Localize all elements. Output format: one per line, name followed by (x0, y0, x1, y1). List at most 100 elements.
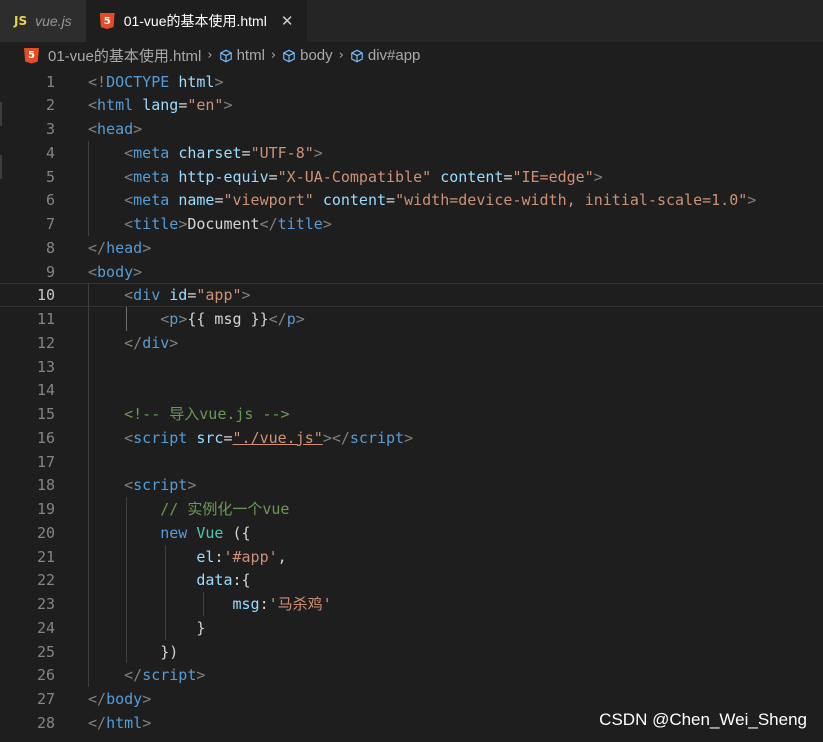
code-token: = (268, 167, 278, 186)
code-token: > (404, 428, 414, 447)
code-line[interactable]: 12 </div> (0, 331, 823, 355)
code-token: < (88, 262, 98, 281)
code-token: body (106, 690, 143, 708)
code-line[interactable]: 26 </script> (0, 663, 823, 687)
code-line[interactable]: 13 (0, 355, 823, 379)
code-text: <head> (88, 117, 142, 141)
code-token: </ (259, 215, 278, 233)
code-token: lang (142, 96, 179, 115)
code-editor[interactable]: 1 <!DOCTYPE html> 2 <html lang="en"> 3 <head>… (0, 69, 823, 742)
line-number: 27 (36, 690, 55, 708)
code-line[interactable]: 2 <html lang="en"> (0, 93, 823, 117)
line-number: 10 (36, 286, 55, 305)
code-line[interactable]: 8 </head> (0, 236, 823, 260)
breadcrumb-label: div#app (367, 47, 421, 64)
code-text: </html> (88, 711, 151, 735)
code-line[interactable]: 21 el:'#app', (0, 545, 823, 569)
tab-label: 01-vue的基本使用.html (123, 13, 267, 29)
code-token: Vue (196, 523, 224, 542)
code-token: ({ (223, 523, 251, 542)
tab-01-vue-html[interactable]: 5 01-vue的基本使用.html ✕ (85, 0, 308, 42)
code-line[interactable]: 20 new Vue ({ (0, 521, 823, 545)
code-line[interactable]: 17 (0, 450, 823, 474)
code-token: script (133, 428, 197, 447)
line-number: 5 (45, 167, 55, 186)
code-line[interactable]: 4 <meta charset="UTF-8"> (0, 141, 823, 165)
tab-vue-js[interactable]: JS vue.js (0, 0, 86, 42)
code-line[interactable]: 25 }) (0, 640, 823, 664)
line-number: 7 (45, 215, 55, 233)
code-line[interactable]: 23 msg:'马杀鸡' (0, 592, 823, 616)
code-token: }) (88, 642, 179, 661)
code-token: {{ msg }} (187, 310, 269, 328)
code-token: meta (133, 191, 179, 210)
chevron-right-icon: › (338, 48, 344, 63)
code-text: el:'#app', (88, 545, 286, 569)
code-token: html (106, 713, 143, 732)
line-number: 26 (36, 666, 55, 685)
code-line[interactable]: 27 </body> (0, 687, 823, 711)
code-token: http-equiv (178, 167, 269, 186)
code-line[interactable]: 22 data:{ (0, 568, 823, 592)
code-token: head (97, 120, 134, 138)
code-line[interactable]: 18 <script> (0, 473, 823, 497)
code-token: < (88, 120, 98, 138)
code-token: "width=device-width, initial-scale=1.0" (395, 191, 748, 210)
breadcrumb-file[interactable]: 5 01-vue的基本使用.html (24, 45, 201, 66)
line-number: 15 (36, 405, 55, 423)
code-token: <! (88, 72, 107, 91)
code-text: <meta charset="UTF-8"> (88, 141, 323, 165)
code-line[interactable]: 6 <meta name="viewport" content="width=d… (0, 188, 823, 212)
watermark: CSDN @Chen_Wei_Sheng (599, 710, 807, 729)
code-token: </ (124, 666, 143, 685)
code-text: </script> (88, 663, 205, 687)
line-number: 13 (36, 357, 55, 376)
code-line[interactable]: 7 <title>Document</title> (0, 212, 823, 236)
code-token: DOCTYPE (106, 72, 179, 91)
code-token: > (593, 167, 603, 186)
code-token: "UTF-8" (250, 143, 314, 162)
code-token: > (133, 120, 143, 138)
code-token: title (133, 215, 179, 233)
code-line[interactable]: 16 <script src="./vue.js"></script> (0, 426, 823, 450)
breadcrumb-body[interactable]: body (282, 47, 333, 64)
code-token: > (214, 72, 224, 91)
code-line[interactable]: 14 (0, 378, 823, 402)
code-text: <!DOCTYPE html> (88, 70, 223, 94)
close-icon[interactable]: ✕ (281, 12, 294, 30)
code-token: name (178, 191, 215, 210)
code-line[interactable]: 1 <!DOCTYPE html> (0, 70, 823, 94)
code-token: > (187, 476, 197, 495)
line-number: 9 (45, 262, 55, 281)
code-line[interactable]: 10 <div id="app"> (0, 283, 823, 308)
code-line[interactable]: 3 <head> (0, 117, 823, 141)
line-number: 24 (36, 618, 55, 637)
line-number: 14 (36, 381, 55, 400)
code-token: data (196, 571, 233, 590)
code-line[interactable]: 15 <!-- 导入vue.js --> (0, 402, 823, 426)
code-line[interactable]: 24 } (0, 616, 823, 640)
code-line[interactable]: 5 <meta http-equiv="X-UA-Compatible" con… (0, 165, 823, 189)
code-line[interactable]: 11 <p>{{ msg }}</p> (0, 307, 823, 331)
code-token: ></ (322, 428, 350, 447)
code-text: </body> (88, 687, 151, 711)
line-number: 6 (45, 191, 55, 210)
indent-guide (164, 544, 166, 640)
breadcrumb-div-app[interactable]: div#app (350, 47, 421, 64)
breadcrumb-html[interactable]: html (219, 47, 265, 64)
code-token: </ (268, 310, 287, 328)
code-token: script (349, 428, 405, 447)
code-line[interactable]: 9 <body> (0, 260, 823, 284)
code-line[interactable]: 19 // 实例化一个vue (0, 497, 823, 521)
code-token: < (124, 286, 134, 305)
code-text: <script src="./vue.js"></script> (88, 426, 413, 450)
code-token: > (241, 286, 251, 305)
